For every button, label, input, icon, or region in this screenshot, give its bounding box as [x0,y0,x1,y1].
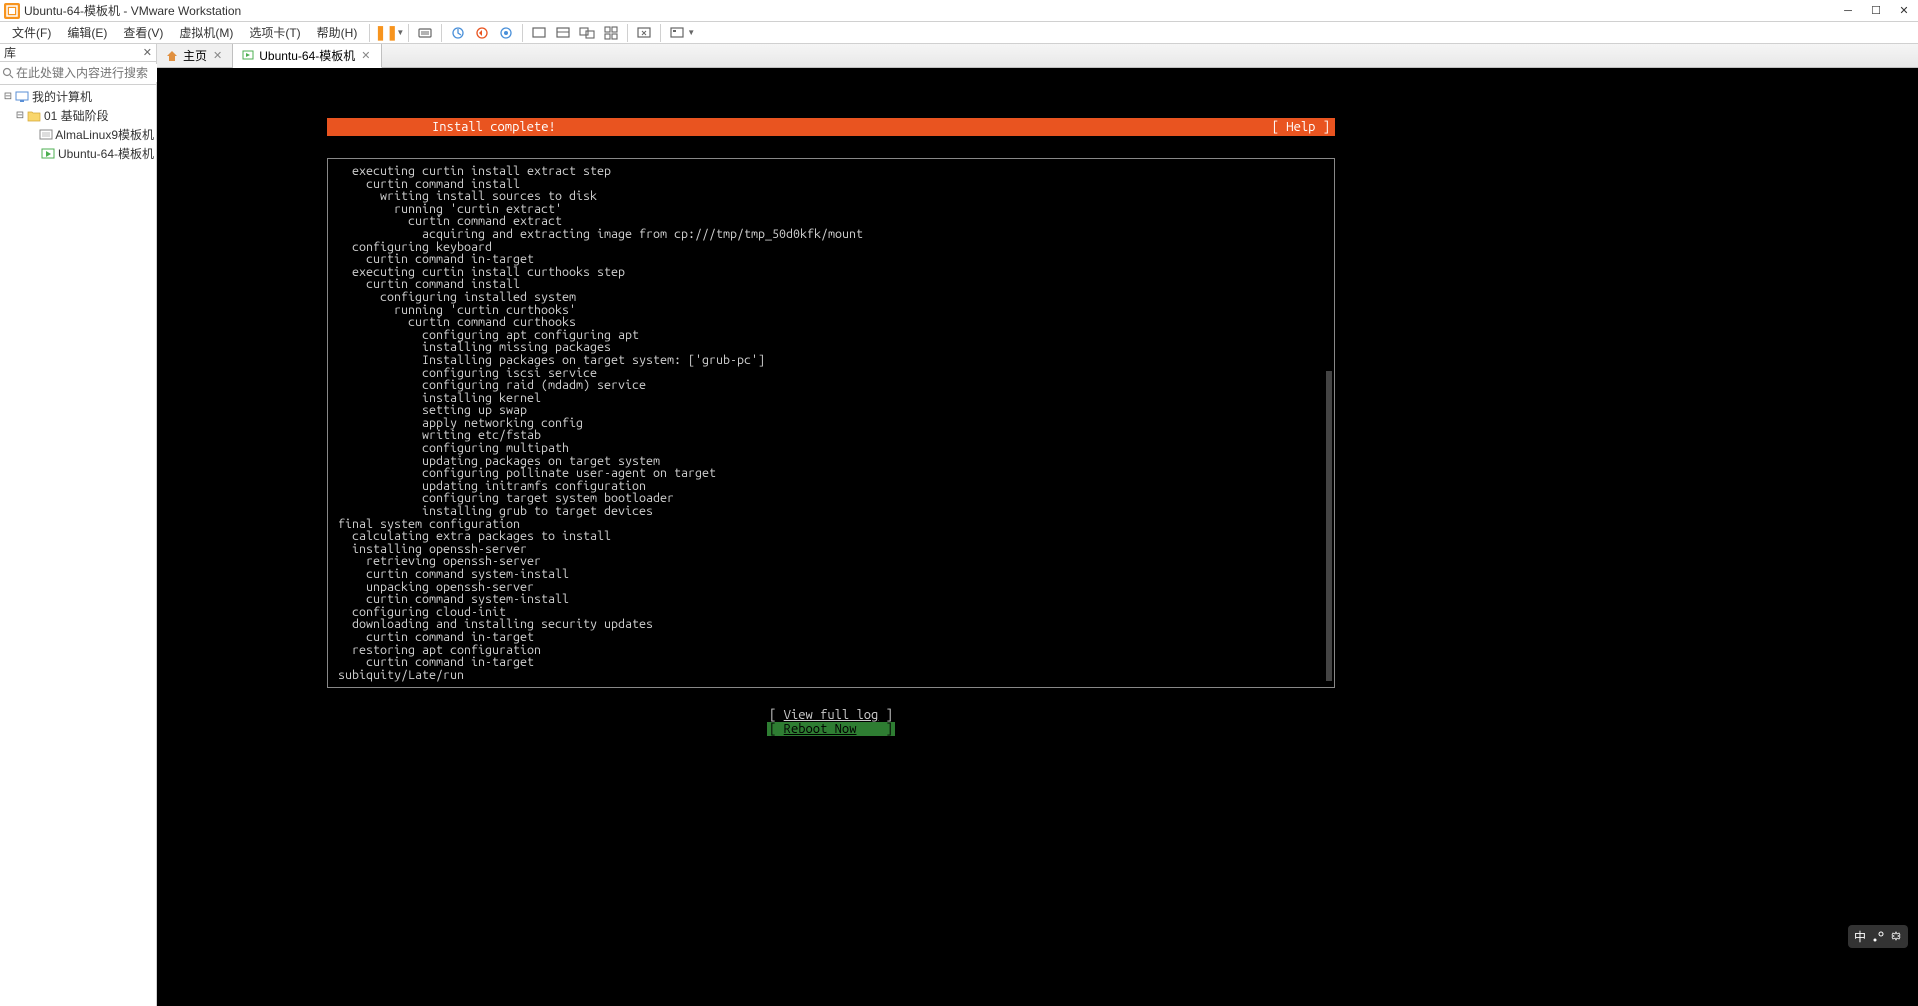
multi-monitor-button[interactable] [575,22,599,44]
installer-header: Install complete! [ Help ] [327,118,1335,136]
revert-snapshot-button[interactable] [470,22,494,44]
thumbnail-dropdown-icon[interactable]: ▼ [687,28,695,37]
sidebar-close-icon[interactable]: ✕ [143,46,152,59]
tab-label: 主页 [183,47,207,64]
separator [441,24,442,42]
ime-punct-icon[interactable] [1872,931,1884,943]
title-bar: Ubuntu-64-模板机 - VMware Workstation ─ ☐ ✕ [0,0,1918,22]
scrollbar-track [1326,161,1332,685]
menu-edit[interactable]: 编辑(E) [59,22,115,43]
computer-icon [14,90,30,104]
menu-tabs[interactable]: 选项卡(T) [241,22,308,43]
tree-vm-almalinux[interactable]: AlmaLinux9模板机 [0,125,156,144]
stretch-button[interactable] [551,22,575,44]
view-full-log-label: View full log [784,708,879,722]
ime-lang-button[interactable]: 中 [1854,928,1866,945]
tree-label: 01 基础阶段 [44,107,109,124]
tree-root-my-computer[interactable]: ⊟ 我的计算机 [0,87,156,106]
tree-label: Ubuntu-64-模板机 [58,145,154,162]
separator [522,24,523,42]
scrollbar-thumb[interactable] [1326,371,1332,681]
tree-label: AlmaLinux9模板机 [55,126,154,143]
sidebar-header: 库 ✕ [0,44,156,62]
ime-settings-icon[interactable] [1890,931,1902,943]
sidebar-search: ▼ [0,62,156,85]
manage-snapshot-button[interactable] [494,22,518,44]
expand-icon[interactable]: ⊟ [2,91,14,102]
folder-icon [26,109,42,123]
tree-label: 我的计算机 [32,88,92,105]
expand-icon[interactable]: ⊟ [14,110,26,121]
menu-file[interactable]: 文件(F) [4,22,59,43]
show-console-button[interactable] [527,22,551,44]
menu-view[interactable]: 查看(V) [115,22,171,43]
power-dropdown-icon[interactable]: ▼ [396,28,404,37]
snapshot-button[interactable] [446,22,470,44]
tabs-bar: 主页 ✕ Ubuntu-64-模板机 ✕ [157,44,1918,68]
minimize-button[interactable]: ─ [1834,1,1862,21]
view-full-log-button[interactable]: [ View full log ] [327,708,1335,722]
menu-bar: 文件(F) 编辑(E) 查看(V) 虚拟机(M) 选项卡(T) 帮助(H) ❚❚… [0,22,1918,44]
installer-title: Install complete! [332,120,556,134]
tree-vm-ubuntu[interactable]: Ubuntu-64-模板机 [0,144,156,163]
separator [408,24,409,42]
tab-vm-ubuntu[interactable]: Ubuntu-64-模板机 ✕ [233,44,381,68]
window-controls: ─ ☐ ✕ [1834,1,1918,21]
library-sidebar: 库 ✕ ▼ ⊟ 我的计算机 ⊟ 01 基础阶段 [0,44,157,1006]
tab-close-icon[interactable]: ✕ [211,49,224,62]
tree-folder-basic[interactable]: ⊟ 01 基础阶段 [0,106,156,125]
search-input[interactable] [14,64,173,82]
tab-close-icon[interactable]: ✕ [359,49,372,62]
close-button[interactable]: ✕ [1890,1,1918,21]
vm-running-icon [40,147,56,161]
separator [660,24,661,42]
vm-icon [39,128,53,142]
home-icon [165,49,179,63]
suspend-button[interactable]: ❚❚ [374,22,398,44]
content-area: 主页 ✕ Ubuntu-64-模板机 ✕ Install complete! [… [157,44,1918,1006]
window-title: Ubuntu-64-模板机 - VMware Workstation [24,2,1834,19]
log-text: executing curtin install extract step cu… [338,164,863,682]
search-icon [2,64,14,82]
tab-home[interactable]: 主页 ✕ [157,44,233,67]
ime-toolbar[interactable]: 中 [1848,925,1908,948]
installer-log: executing curtin install extract step cu… [327,158,1335,688]
maximize-button[interactable]: ☐ [1862,1,1890,21]
menu-help[interactable]: 帮助(H) [309,22,366,43]
thumbnail-button[interactable] [665,22,689,44]
vm-screen: Install complete! [ Help ] executing cur… [327,118,1335,738]
reboot-now-label: Reboot Now [784,722,857,736]
vm-running-icon [241,49,255,63]
library-label: 库 [4,44,143,61]
installer-footer: [ View full log ] [ Reboot Now ] [327,708,1335,736]
reboot-now-button[interactable]: [ Reboot Now ] [767,722,895,736]
main-layout: 库 ✕ ▼ ⊟ 我的计算机 ⊟ 01 基础阶段 [0,44,1918,1006]
separator [627,24,628,42]
vm-viewport[interactable]: Install complete! [ Help ] executing cur… [157,68,1918,1006]
unity-button[interactable] [599,22,623,44]
help-button[interactable]: [ Help ] [1272,120,1330,134]
separator [369,24,370,42]
library-tree: ⊟ 我的计算机 ⊟ 01 基础阶段 AlmaLinux9模板机 [0,85,156,1006]
send-ctrl-alt-del-button[interactable] [413,22,437,44]
tab-label: Ubuntu-64-模板机 [259,47,355,64]
menu-vm[interactable]: 虚拟机(M) [171,22,241,43]
fullscreen-button[interactable] [632,22,656,44]
vmware-icon [4,3,20,19]
